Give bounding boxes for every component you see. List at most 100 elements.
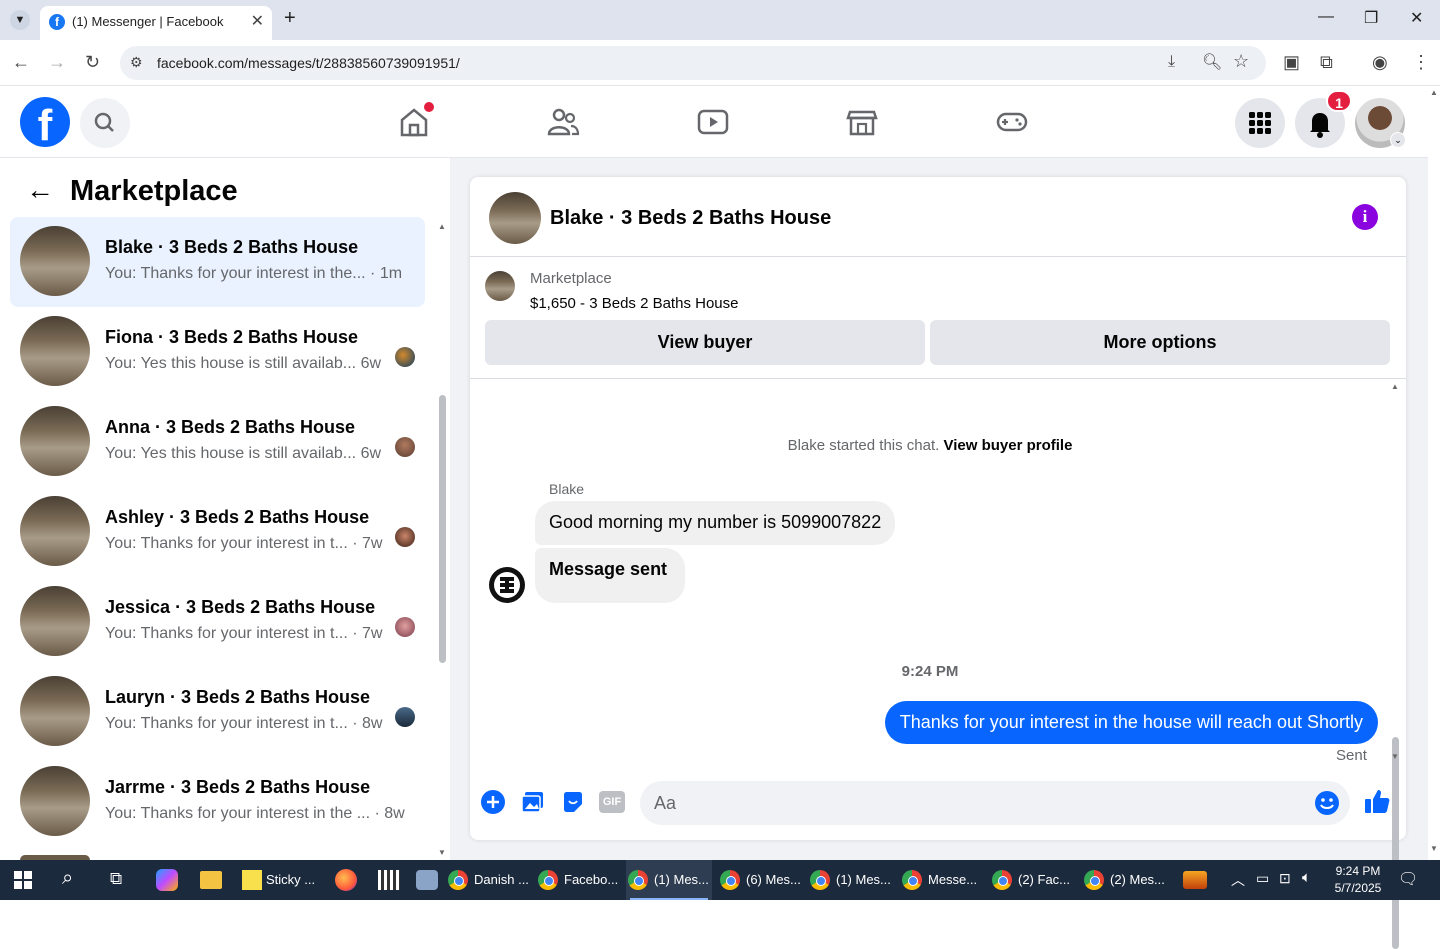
taskbar-item-chrome[interactable]: Danish ... — [446, 860, 530, 900]
weather-widget-icon[interactable] — [1183, 871, 1207, 889]
outgoing-message[interactable]: Thanks for your interest in the house wi… — [884, 701, 1378, 744]
clapperboard-icon[interactable] — [378, 870, 400, 890]
conversation-item[interactable]: Jessica · 3 Beds 2 Baths House You: Than… — [10, 577, 425, 667]
url-text: facebook.com/messages/t/2883856073909195… — [157, 55, 460, 71]
info-icon[interactable]: i — [1352, 204, 1378, 230]
scroll-up-arrow-icon[interactable]: ▲ — [438, 222, 446, 231]
copilot-icon[interactable] — [156, 869, 178, 891]
close-window-button[interactable]: ✕ — [1410, 8, 1423, 28]
taskbar-item-chrome[interactable]: (2) Fac... — [990, 860, 1074, 900]
volume-icon[interactable]: 🔈︎ — [1302, 869, 1311, 886]
scroll-down-arrow-icon[interactable]: ▼ — [1391, 752, 1399, 761]
listing-thumbnail — [20, 586, 90, 656]
gaming-icon[interactable] — [994, 104, 1030, 140]
conversation-name: Lauryn · 3 Beds 2 Baths House — [105, 687, 371, 707]
reload-icon[interactable]: ↻ — [85, 52, 100, 73]
clock-date: 5/7/2025 — [1334, 881, 1382, 895]
chrome-menu-icon[interactable]: ⋮ — [1412, 52, 1430, 73]
forward-icon[interactable]: → — [48, 52, 66, 73]
install-app-icon[interactable]: ⤓ — [1168, 53, 1175, 71]
network-icon[interactable]: ⊡ — [1279, 870, 1291, 887]
menu-button[interactable] — [1235, 98, 1285, 148]
meet-now-icon[interactable]: ▭ — [1256, 870, 1269, 887]
tab-search-button[interactable]: ▼ — [10, 10, 30, 30]
seen-avatar — [395, 527, 415, 547]
conversation-item[interactable]: Anna · 3 Beds 2 Baths House You: Yes thi… — [10, 397, 425, 487]
listing-banner: Marketplace $1,650 - 3 Beds 2 Baths Hous… — [470, 257, 1406, 379]
new-tab-button[interactable]: + — [284, 7, 296, 30]
taskbar-item-chrome[interactable]: (1) Mes... — [808, 860, 892, 900]
scroll-up-arrow-icon[interactable]: ▲ — [1391, 382, 1399, 391]
listing-price[interactable]: $1,650 - 3 Beds 2 Baths House — [530, 295, 738, 312]
marketplace-icon[interactable] — [844, 104, 880, 140]
tool-app-icon[interactable] — [416, 870, 438, 890]
add-attachment-icon[interactable] — [480, 789, 506, 815]
sticker-icon[interactable] — [560, 789, 586, 815]
conversation-item[interactable]: Lauryn · 3 Beds 2 Baths House You: Thank… — [10, 667, 425, 757]
conversation-item[interactable]: Ashley · 3 Beds 2 Baths House You: Thank… — [10, 487, 425, 577]
scroll-up-arrow-icon[interactable]: ▲ — [1430, 88, 1438, 97]
file-explorer-icon[interactable] — [200, 871, 222, 889]
chat-listing-thumbnail[interactable] — [489, 192, 541, 244]
chrome-icon — [1084, 870, 1104, 890]
view-buyer-button[interactable]: View buyer — [485, 320, 925, 365]
view-buyer-profile-link[interactable]: View buyer profile — [943, 437, 1072, 454]
facebook-logo[interactable]: f — [20, 97, 70, 150]
incoming-message[interactable]: Message sent — [535, 548, 685, 603]
taskbar-item-sticky-notes[interactable]: Sticky ... — [238, 860, 318, 900]
minimize-button[interactable]: — — [1318, 8, 1334, 26]
notification-center-icon[interactable]: 🗨︎ — [1398, 869, 1418, 889]
message-scrollbar[interactable] — [1392, 737, 1399, 949]
taskbar-item-chrome[interactable]: (6) Mes... — [718, 860, 802, 900]
zoom-icon[interactable]: 🔍︎ — [1202, 52, 1222, 72]
profile-icon[interactable]: ◉ — [1372, 52, 1388, 73]
taskbar-item-chrome-active[interactable]: (1) Mes... — [626, 860, 712, 900]
site-info-icon[interactable]: ⚙ — [130, 54, 143, 71]
listing-small-thumbnail[interactable] — [485, 271, 515, 301]
scroll-down-arrow-icon[interactable]: ▼ — [438, 848, 446, 857]
emoji-icon[interactable] — [1314, 790, 1340, 816]
browser-tab[interactable]: f (1) Messenger | Facebook ✕ — [40, 6, 272, 40]
taskbar-item-chrome[interactable]: (2) Mes... — [1082, 860, 1166, 900]
maximize-button[interactable]: ❐ — [1364, 8, 1378, 28]
task-view-icon[interactable]: ⧉ — [110, 869, 122, 889]
taskbar-search-icon[interactable]: ⌕ — [62, 867, 73, 890]
extensions-puzzle-icon[interactable]: ⧉ — [1320, 52, 1333, 73]
message-timestamp: 9:24 PM — [901, 663, 959, 680]
firefox-icon[interactable] — [335, 869, 357, 891]
extension-icon[interactable]: ▣ — [1283, 52, 1300, 73]
close-tab-icon[interactable]: ✕ — [251, 11, 264, 31]
listing-thumbnail — [20, 766, 90, 836]
account-chevron-down-icon[interactable]: ⌄ — [1390, 132, 1406, 148]
message-input[interactable] — [654, 789, 1294, 817]
windows-start-icon[interactable] — [14, 871, 32, 889]
bookmark-star-icon[interactable]: ☆ — [1233, 51, 1249, 72]
search-button[interactable] — [80, 98, 130, 148]
system-clock[interactable]: 9:24 PM 5/7/2025 — [1326, 863, 1390, 897]
show-hidden-icons-chevron-up-icon[interactable]: ︿ — [1231, 870, 1245, 890]
chrome-icon — [538, 870, 558, 890]
like-thumbs-up-icon[interactable] — [1363, 787, 1391, 815]
chrome-icon — [628, 870, 648, 890]
incoming-message[interactable]: Good morning my number is 5099007822 — [535, 501, 896, 545]
page-scrollbar[interactable]: ▲ ▼ — [1428, 86, 1440, 860]
listing-source-label: Marketplace — [530, 270, 612, 287]
friends-icon[interactable] — [545, 104, 581, 140]
watch-icon[interactable] — [695, 104, 731, 140]
scroll-down-arrow-icon[interactable]: ▼ — [1430, 844, 1438, 853]
conversation-item[interactable]: Jarrme · 3 Beds 2 Baths House You: Thank… — [10, 757, 425, 847]
more-options-button[interactable]: More options — [930, 320, 1390, 365]
conversation-item[interactable]: Fiona · 3 Beds 2 Baths House You: Yes th… — [10, 307, 425, 397]
back-icon[interactable]: ← — [12, 52, 30, 73]
back-arrow-icon[interactable]: ← — [26, 174, 54, 206]
chat-title[interactable]: Blake · 3 Beds 2 Baths House — [550, 207, 831, 230]
photo-icon[interactable] — [520, 789, 546, 815]
conversation-item[interactable]: Blake · 3 Beds 2 Baths House You: Thanks… — [10, 217, 425, 307]
taskbar-item-chrome[interactable]: Messe... — [900, 860, 984, 900]
sender-avatar[interactable] — [489, 567, 525, 603]
conversation-list-scrollbar[interactable] — [439, 395, 446, 663]
taskbar-item-chrome[interactable]: Facebo... — [536, 860, 620, 900]
conversation-snippet: You: Thanks for your interest in the ...… — [105, 805, 405, 822]
address-bar[interactable]: ⚙ facebook.com/messages/t/28838560739091… — [120, 46, 1266, 80]
gif-icon[interactable]: GIF — [599, 791, 625, 813]
